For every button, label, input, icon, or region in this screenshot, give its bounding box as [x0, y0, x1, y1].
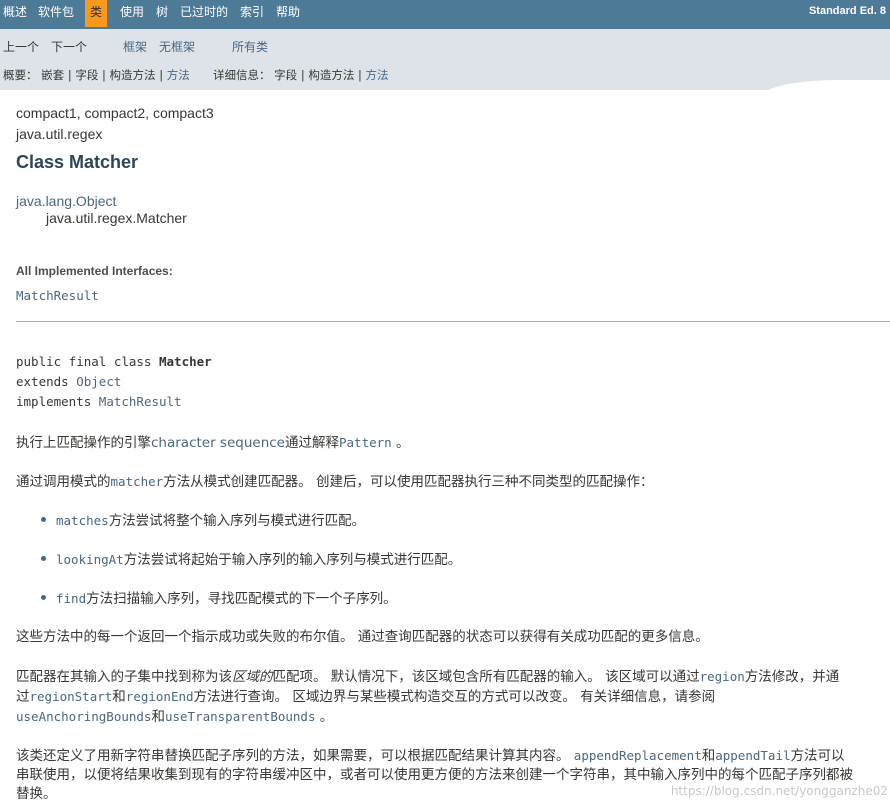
nav-deprecated[interactable]: 已过时的 [180, 0, 228, 27]
region-link[interactable]: region [700, 669, 745, 684]
text: 方法修改，并通 [744, 669, 840, 685]
keyword: implements [16, 394, 99, 409]
parent-class-link[interactable]: java.lang.Object [16, 193, 116, 209]
text: 该类还定义了用新字符串替换匹配子序列的方法，如果需要，可以根据匹配结果计算其内容… [16, 748, 574, 764]
package-label: java.util.regex [16, 126, 103, 142]
matchresult-link[interactable]: MatchResult [99, 394, 182, 409]
sub-nav-bar: 上一个 下一个 框架 无框架 所有类 概要： 嵌套 | 字段 | 构造方法 | … [0, 29, 890, 90]
desc-paragraph-3: 这些方法中的每一个返回一个指示成功或失败的布尔值。 通过查询匹配器的状态可以获得… [16, 629, 709, 645]
matches-link[interactable]: matches [56, 513, 109, 528]
class-name: Matcher [159, 354, 212, 369]
desc-paragraph-5-line-1: 该类还定义了用新字符串替换匹配子序列的方法，如果需要，可以根据匹配结果计算其内容… [16, 744, 845, 764]
desc-paragraph-4-line-1: 匹配器在其输入的子集中找到称为该区域的匹配项。 默认情况下，该区域包含所有匹配器… [16, 665, 839, 685]
text: 方法从模式创建匹配器。 创建后，可以使用匹配器执行三种不同类型的匹配操作： [163, 474, 654, 490]
interfaces-label: All Implemented Interfaces: [16, 264, 173, 278]
bullet-icon [41, 556, 46, 561]
no-frames-link[interactable]: 无框架 [159, 38, 195, 55]
profiles-label: compact1, compact2, compact3 [16, 105, 214, 121]
keyword: public final class [16, 354, 159, 369]
bullet-icon [41, 517, 46, 522]
watermark-text: https://blog.csdn.net/yongganzhe02 [670, 784, 888, 798]
current-class-label: java.util.regex.Matcher [46, 210, 187, 226]
separator: | [102, 68, 106, 82]
nav-index[interactable]: 索引 [240, 0, 264, 27]
text-emphasis: 区域的 [232, 669, 273, 685]
lookingat-link[interactable]: lookingAt [56, 552, 124, 567]
desc-paragraph-5-line-3: 替换。 [16, 786, 57, 802]
text: 和 [151, 709, 165, 725]
text: 过 [16, 689, 30, 705]
frames-link[interactable]: 框架 [123, 38, 147, 55]
declaration-line-1: public final class Matcher [16, 354, 212, 369]
keyword: extends [16, 374, 77, 389]
nav-class[interactable]: 类 [85, 0, 108, 27]
text: 。 [391, 435, 410, 451]
summary-method-link[interactable]: 方法 [167, 68, 190, 82]
text: 方法尝试将起始于输入序列的输入序列与模式进行匹配。 [123, 552, 462, 568]
separator: | [300, 68, 305, 82]
all-classes-link[interactable]: 所有类 [232, 38, 268, 55]
nav-package[interactable]: 软件包 [38, 0, 74, 27]
separator: | [358, 68, 362, 82]
char-sequence-link[interactable]: character sequence [151, 435, 285, 451]
separator: | [159, 68, 164, 82]
find-link[interactable]: find [56, 591, 86, 606]
summary-constructor: 构造方法 [109, 68, 156, 82]
useanchoringbounds-link[interactable]: useAnchoringBounds [16, 709, 151, 724]
matchresult-interface-link[interactable]: MatchResult [16, 288, 99, 303]
top-nav-bar: 概述 软件包 类 使用 树 已过时的 索引 帮助 Standard Ed. 8 [0, 0, 890, 29]
text: 和 [112, 689, 126, 705]
desc-paragraph-2: 通过调用模式的matcher方法从模式创建匹配器。 创建后，可以使用匹配器执行三… [16, 470, 653, 490]
bullet-item-matches: matches方法尝试将整个输入序列与模式进行匹配。 [56, 509, 365, 529]
desc-paragraph-4-line-2: 过regionStart和regionEnd方法进行查询。 区域边界与某些模式构… [16, 685, 715, 705]
text: 和 [701, 748, 716, 764]
desc-paragraph-1: 执行上匹配操作的引擎character sequence通过解释Pattern … [16, 431, 409, 451]
text: 匹配器在其输入的子集中找到称为该 [16, 669, 232, 685]
detail-label: 详细信息： [213, 68, 271, 82]
text: 匹配项。 默认情况下，该区域包含所有匹配器的输入。 该区域可以通过 [272, 669, 700, 685]
object-link[interactable]: Object [76, 374, 121, 389]
text: 方法进行查询。 区域边界与某些模式构造交互的方式可以改变。 有关详细信息，请参阅 [193, 689, 716, 705]
nav-use[interactable]: 使用 [120, 0, 144, 27]
regionend-link[interactable]: regionEnd [126, 689, 194, 704]
desc-paragraph-5-line-2: 串联使用，以便将结果收集到现有的字符串缓冲区中，或者可以使用更方便的方法来创建一… [16, 767, 853, 783]
declaration-line-3: implements MatchResult [16, 394, 182, 409]
text: 通过解释 [285, 435, 339, 451]
detail-method-link[interactable]: 方法 [366, 68, 389, 82]
nav-tree[interactable]: 树 [156, 0, 168, 27]
bullet-item-find: find方法扫描输入序列，寻找匹配模式的下一个子序列。 [56, 587, 397, 607]
prev-class-link[interactable]: 上一个 [3, 38, 39, 55]
usetransparentbounds-link[interactable]: useTransparentBounds [165, 709, 316, 724]
matcher-method-link[interactable]: matcher [111, 474, 164, 489]
pattern-link[interactable]: Pattern [339, 435, 392, 450]
text: 方法尝试将整个输入序列与模式进行匹配。 [108, 513, 366, 529]
text: 方法扫描输入序列，寻找匹配模式的下一个子序列。 [86, 591, 397, 607]
text: 方法可以 [790, 748, 845, 764]
summary-label: 概要： [3, 68, 38, 82]
detail-constructor: 构造方法 [308, 68, 355, 82]
summary-nested: 嵌套 [41, 68, 65, 82]
text: 执行上匹配操作的引擎 [16, 435, 151, 451]
regionstart-link[interactable]: regionStart [30, 689, 113, 704]
bullet-item-lookingat: lookingAt方法尝试将起始于输入序列的输入序列与模式进行匹配。 [56, 548, 461, 568]
appendtail-link[interactable]: appendTail [715, 748, 790, 763]
nav-help[interactable]: 帮助 [276, 0, 300, 27]
summary-row: 概要： 嵌套 | 字段 | 构造方法 | 方法 [3, 67, 190, 83]
edition-label: Standard Ed. 8 [808, 5, 886, 17]
next-class-link[interactable]: 下一个 [51, 38, 87, 55]
detail-row: 详细信息： 字段 | 构造方法 | 方法 [213, 67, 389, 83]
page-title: Class Matcher [16, 152, 139, 172]
detail-field: 字段 [274, 68, 298, 82]
divider [16, 321, 890, 322]
declaration-line-2: extends Object [16, 374, 121, 389]
summary-field: 字段 [75, 68, 99, 82]
bullet-icon [41, 595, 46, 600]
text: 通过调用模式的 [16, 474, 111, 490]
nav-overview[interactable]: 概述 [3, 0, 27, 27]
desc-paragraph-4-line-3: useAnchoringBounds和useTransparentBounds … [16, 705, 333, 725]
appendreplacement-link[interactable]: appendReplacement [574, 748, 702, 763]
text: 。 [315, 709, 334, 725]
separator: | [67, 68, 72, 82]
